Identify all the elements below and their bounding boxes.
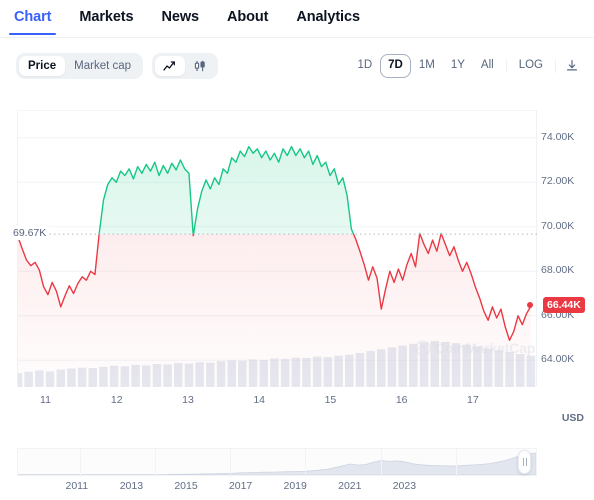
navigator-x-labels: 2011 2013 2015 2017 2019 2021 2023 <box>0 480 594 496</box>
price-chart[interactable]: CoinMarketCap 69.67K 74.00K 72.00K 70.00K 6… <box>0 94 594 440</box>
range-all[interactable]: All <box>473 54 502 78</box>
metric-toggle-group: Price Market cap <box>16 53 144 79</box>
tab-news[interactable]: News <box>147 0 212 35</box>
range-1y[interactable]: 1Y <box>443 54 473 78</box>
grip-line <box>525 458 527 466</box>
navigator-gridline <box>305 449 307 477</box>
navigator-gridline <box>155 449 157 477</box>
range-7d[interactable]: 7D <box>380 54 411 78</box>
download-button[interactable] <box>560 55 584 77</box>
chart-svg <box>18 137 538 387</box>
candlestick-chart-toggle[interactable] <box>185 56 215 76</box>
x-axis-tick-label: 11 <box>40 394 51 406</box>
navigator-handle-right[interactable] <box>518 450 531 474</box>
grip-line <box>522 458 524 466</box>
range-selector-group: 1D 7D 1M 1Y All LOG <box>349 51 584 81</box>
x-axis-tick-label: 17 <box>467 394 479 406</box>
metric-toggle-price[interactable]: Price <box>19 56 66 76</box>
last-price-dot <box>526 301 533 308</box>
navigator-track[interactable] <box>17 448 537 477</box>
tab-markets[interactable]: Markets <box>65 0 147 35</box>
tab-analytics[interactable]: Analytics <box>282 0 374 35</box>
y-axis-tick-label: 64.00K <box>541 353 575 366</box>
navigator-tick-label: 2019 <box>283 480 307 492</box>
x-axis-tick-label: 14 <box>253 394 266 406</box>
x-axis-tick-label: 16 <box>395 394 408 406</box>
currency-label: USD <box>561 412 584 424</box>
tab-chart[interactable]: Chart <box>0 0 65 35</box>
tab-about[interactable]: About <box>213 0 282 35</box>
range-1d[interactable]: 1D <box>349 54 380 78</box>
line-chart-toggle[interactable] <box>155 56 185 76</box>
y-axis-tick-label: 72.00K <box>541 175 575 188</box>
download-icon <box>567 60 577 71</box>
range-1m[interactable]: 1M <box>411 54 443 78</box>
navigator-tick-label: 2017 <box>228 480 253 492</box>
plot-area <box>17 110 538 387</box>
y-axis-tick-label: 68.00K <box>541 264 575 277</box>
navigator-series <box>18 452 536 475</box>
navigator-area <box>18 452 536 475</box>
last-price-badge: 66.44K <box>543 296 585 314</box>
navigator-gridline <box>380 449 382 477</box>
coinmarketcap-chart-widget: Chart Markets News About Analytics Price Mark… <box>0 0 594 500</box>
candlestick-chart-icon <box>194 60 205 72</box>
metric-toggle-market-cap[interactable]: Market cap <box>65 56 140 76</box>
chart-toolbar: Price Market cap 1D 7D 1M 1Y All LOG <box>0 38 594 94</box>
toolbar-divider <box>505 59 507 73</box>
x-axis-tick-label: 12 <box>110 394 123 406</box>
range-log[interactable]: LOG <box>511 54 551 78</box>
y-axis-tick-label: 74.00K <box>541 130 575 143</box>
navigator-tick-label: 2021 <box>338 480 362 492</box>
navigator-tick-label: 2015 <box>174 480 198 492</box>
line-chart-icon <box>163 61 175 71</box>
x-axis-tick-label: 15 <box>324 394 337 406</box>
y-axis-tick-label: 70.00K <box>541 219 575 232</box>
range-navigator[interactable]: 2011 2013 2015 2017 2019 2021 2023 <box>0 440 594 500</box>
tab-bar: Chart Markets News About Analytics <box>0 0 594 38</box>
navigator-gridline <box>230 449 232 477</box>
toolbar-divider <box>555 59 556 73</box>
navigator-tick-label: 2013 <box>119 480 144 492</box>
y-axis-labels: 74.00K 72.00K 70.00K 68.00K 66.00K 64.00K <box>541 110 594 400</box>
navigator-gridline <box>80 449 82 477</box>
x-axis-tick-label: 13 <box>182 394 194 406</box>
reference-line-label: 69.67K <box>10 226 50 241</box>
navigator-tick-label: 2011 <box>65 480 89 492</box>
x-axis-labels: 11 12 13 14 15 16 17 <box>0 394 594 414</box>
navigator-tick-label: 2023 <box>392 480 417 492</box>
navigator-gridline <box>455 449 457 477</box>
charttype-toggle-group <box>152 53 218 79</box>
